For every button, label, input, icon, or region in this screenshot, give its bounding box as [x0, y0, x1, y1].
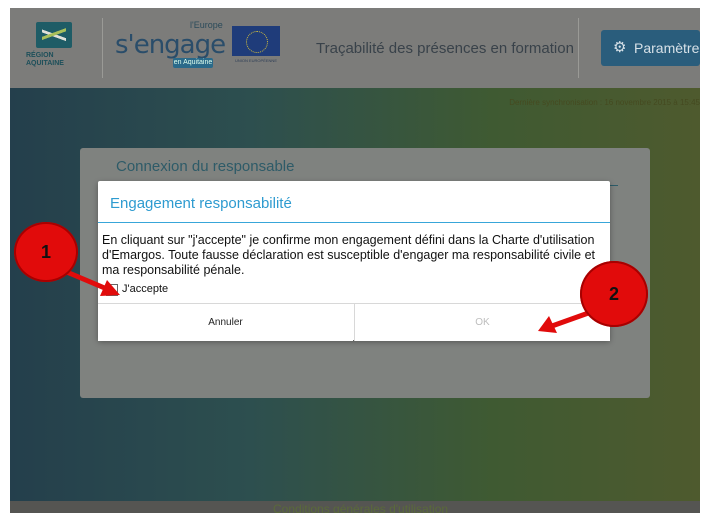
annotation-marker-2: 2 [580, 261, 648, 327]
annotation-marker-1: 1 [14, 222, 78, 282]
arrow-icon [61, 267, 120, 296]
annotation-arrows [61, 267, 595, 333]
arrow-icon [538, 308, 595, 333]
